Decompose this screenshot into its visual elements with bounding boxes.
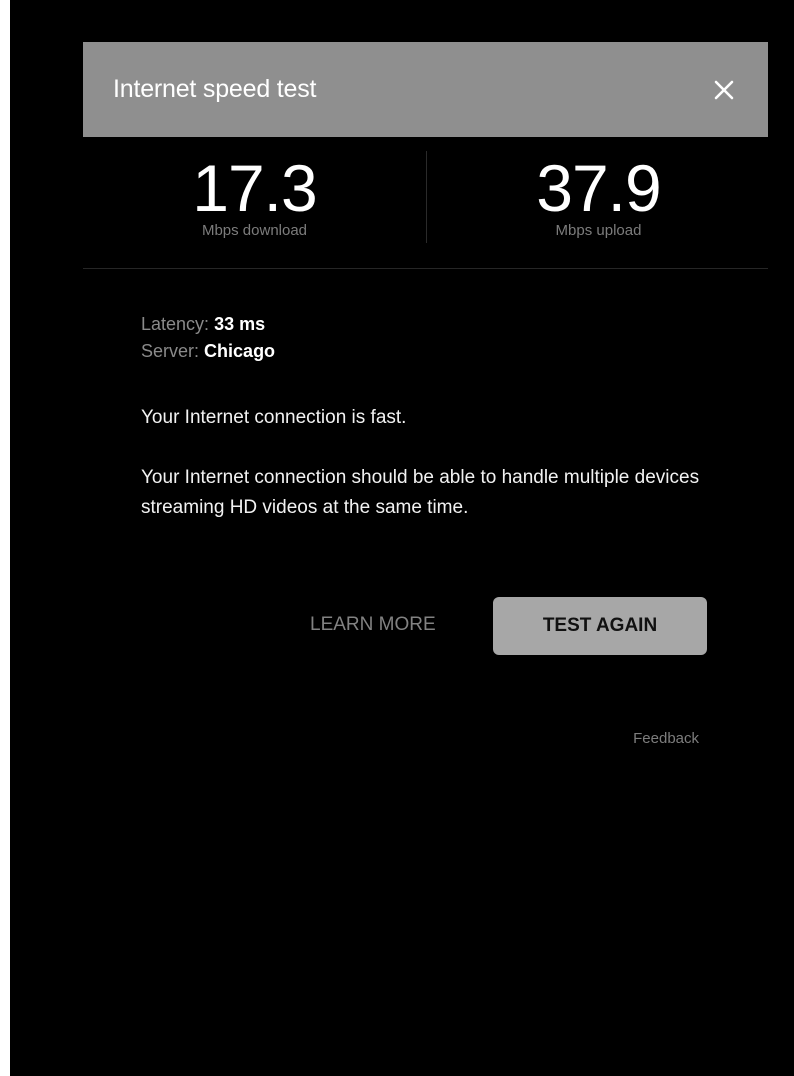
close-button[interactable] bbox=[702, 68, 746, 112]
download-speed-value: 17.3 bbox=[192, 151, 317, 225]
connection-summary: Your Internet connection is fast. bbox=[141, 407, 407, 428]
close-icon bbox=[714, 80, 734, 100]
test-again-button[interactable]: TEST AGAIN bbox=[493, 597, 707, 655]
download-result: 17.3 Mbps download bbox=[83, 151, 426, 239]
server-row: Server: Chicago bbox=[141, 338, 275, 365]
section-divider bbox=[83, 268, 768, 269]
learn-more-link[interactable]: LEARN MORE bbox=[310, 614, 436, 636]
speed-results: 17.3 Mbps download 37.9 Mbps upload bbox=[83, 137, 768, 257]
download-speed-unit: Mbps download bbox=[201, 222, 308, 239]
upload-speed-value: 37.9 bbox=[536, 151, 661, 225]
dialog-header: Internet speed test bbox=[83, 42, 768, 137]
latency-row: Latency: 33 ms bbox=[141, 311, 275, 338]
latency-value: 33 ms bbox=[214, 314, 266, 334]
latency-label: Latency: bbox=[141, 314, 210, 334]
dialog-title: Internet speed test bbox=[113, 75, 317, 103]
connection-description: Your Internet connection should be able … bbox=[141, 467, 700, 518]
upload-result: 37.9 Mbps upload bbox=[427, 151, 770, 239]
speed-test-panel: Internet speed test 17.3 Mbps download 3… bbox=[10, 0, 794, 1076]
upload-speed-unit: Mbps upload bbox=[555, 222, 642, 239]
connection-details: Latency: 33 ms Server: Chicago bbox=[141, 311, 275, 365]
feedback-link[interactable]: Feedback bbox=[633, 730, 699, 747]
server-value: Chicago bbox=[204, 341, 276, 361]
server-label: Server: bbox=[141, 341, 200, 361]
